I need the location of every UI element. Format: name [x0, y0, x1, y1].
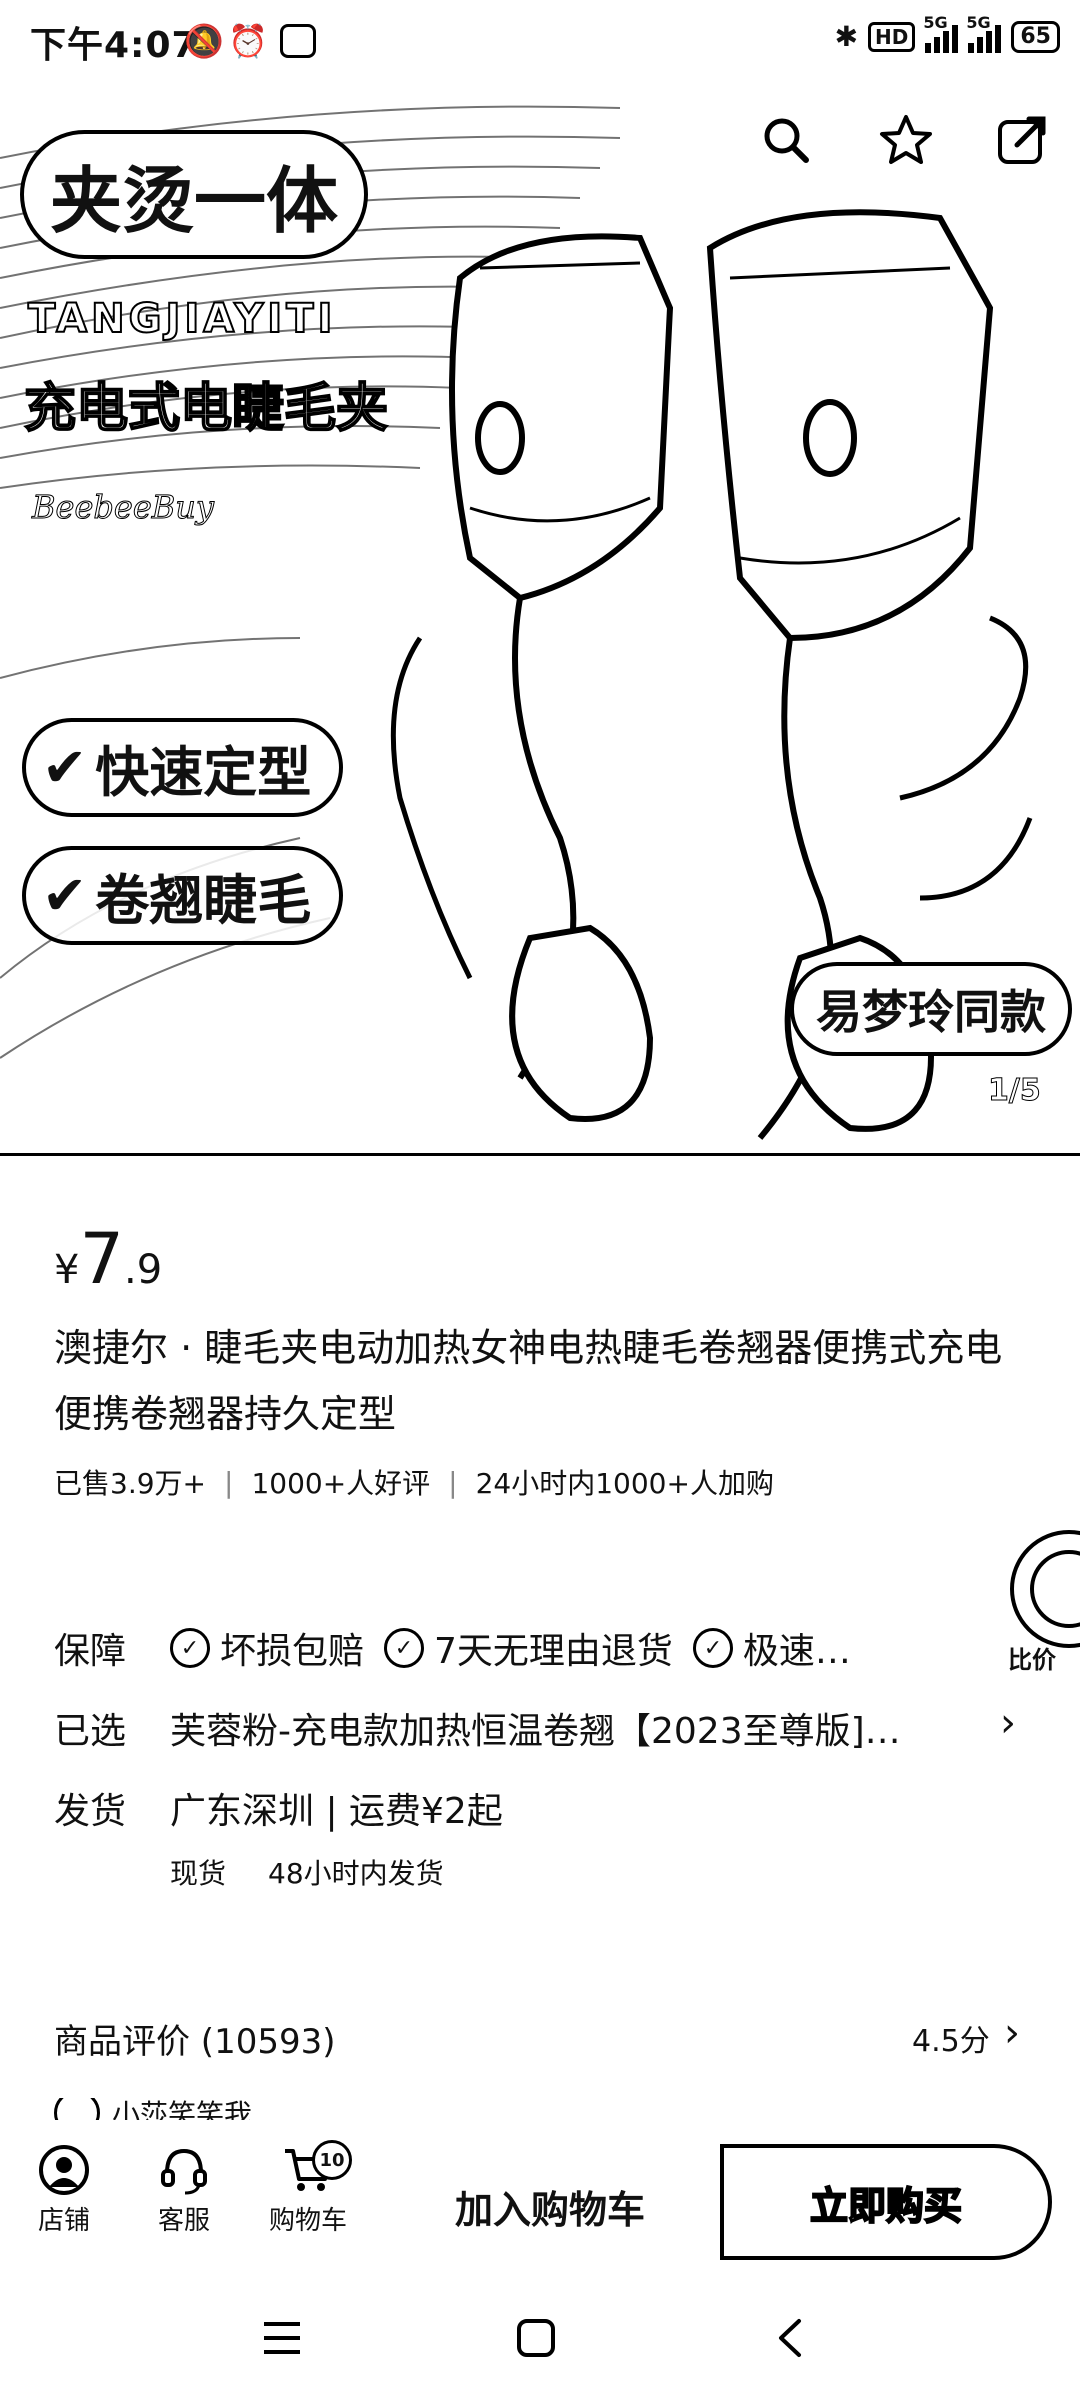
checkmark-icon: ✔: [42, 736, 88, 799]
shipping-details: 现货 48小时内发货: [170, 1852, 444, 1892]
search-icon: [764, 118, 809, 163]
hero-pinyin: TANGJIAYITI: [27, 295, 337, 343]
shop-button[interactable]: 店铺: [14, 2140, 114, 2237]
menu-icon: [264, 2322, 300, 2354]
chevron-right-icon[interactable]: ›: [1000, 1700, 1016, 1746]
reviews-title[interactable]: 商品评价 (10593): [54, 2014, 336, 2063]
network-label-1: 5G: [923, 12, 948, 32]
signal-icon-2: 5G: [966, 13, 1002, 53]
guarantee-label: 保障: [54, 1631, 127, 1672]
guarantee-list[interactable]: ✓ 坏损包赔 ✓ 7天无理由退货 ✓ 极速…: [170, 1622, 851, 1674]
network-label-2: 5G: [966, 12, 991, 32]
customer-service-button[interactable]: 客服: [134, 2140, 234, 2237]
chevron-right-icon[interactable]: ›: [1004, 2010, 1020, 2056]
add-to-cart-button[interactable]: 加入购物车: [420, 2156, 680, 2256]
favorite-button[interactable]: [874, 108, 938, 172]
hd-badge: HD: [868, 21, 916, 52]
battery-icon: 65: [1011, 20, 1060, 53]
hero-subtitle: 充电式电睫毛夹: [23, 378, 389, 440]
shipping-label: 发货: [54, 1791, 127, 1832]
status-time: 下午4:07: [30, 25, 198, 66]
share-button[interactable]: [990, 108, 1054, 172]
share-icon: [998, 116, 1046, 164]
cart-label: 购物车: [268, 2206, 347, 2236]
hero-tag-label: 卷翘睫毛: [95, 869, 312, 932]
home-button[interactable]: [496, 2308, 576, 2368]
positive-reviews: 1000+人好评: [251, 1467, 431, 1500]
price-compare-label: 比价: [1008, 1646, 1056, 1674]
divider: |: [448, 1465, 458, 1499]
mute-icon: 🔕: [184, 22, 224, 60]
sold-count: 已售3.9万+: [54, 1467, 206, 1500]
hero-tag-fast-setting: ✔ 快速定型: [22, 718, 344, 817]
bottom-action-bar: 店铺 客服 购物车 10 加入购物车 立即购买: [0, 2120, 1080, 2270]
image-counter: 1/5: [988, 1073, 1042, 1109]
back-button[interactable]: [750, 2308, 830, 2368]
back-arrow-icon: [779, 2319, 801, 2357]
shipping-info: 广东深圳 | 运费¥2起: [170, 1791, 503, 1832]
guarantee-item: ✓ 坏损包赔: [170, 1622, 364, 1674]
product-stats: 已售3.9万+ | 1000+人好评 | 24小时内1000+人加购: [54, 1462, 774, 1502]
reviews-score[interactable]: 4.5分: [912, 2016, 990, 2060]
selected-variant[interactable]: 芙蓉粉-充电款加热恒温卷翘【2023至尊版]…: [170, 1702, 930, 1754]
check-circle-icon: ✓: [384, 1628, 425, 1668]
headset-icon: [134, 2140, 234, 2200]
checkmark-icon: ✔: [42, 864, 88, 927]
cart-adds: 24小时内1000+人加购: [475, 1467, 774, 1500]
alarm-icon: ⏰: [228, 22, 268, 60]
buy-now-button[interactable]: 立即购买: [720, 2144, 1052, 2260]
hero-tag-label: 快速定型: [95, 741, 312, 804]
shop-icon: [14, 2140, 114, 2200]
check-circle-icon: ✓: [692, 1628, 733, 1668]
status-bar: 下午4:07 🔕 ⏰ ✱ HD 5G 5G 65: [0, 0, 1080, 80]
product-price: ¥7.9: [54, 1218, 162, 1300]
shop-label: 店铺: [37, 2206, 90, 2236]
notification-icon: [280, 24, 316, 58]
hero-brand-logo: BeebeeBuy: [32, 488, 215, 527]
guarantee-item: ✓ 极速…: [692, 1622, 851, 1674]
product-image-carousel[interactable]: 夹烫一体 TANGJIAYITI 充电式电睫毛夹 BeebeeBuy ✔ 快速定…: [0, 78, 1080, 1156]
price-integer: 7: [79, 1218, 124, 1300]
signal-icon-1: 5G: [923, 13, 959, 53]
cart-count-badge: 10: [312, 2140, 352, 2180]
service-label: 客服: [157, 2206, 210, 2236]
status-icons: ✱ HD 5G 5G 65: [834, 13, 1060, 53]
guarantee-item: ✓ 7天无理由退货: [384, 1622, 673, 1674]
home-square-icon: [517, 2319, 555, 2357]
hero-tag-curl-lashes: ✔ 卷翘睫毛: [22, 846, 344, 945]
price-currency: ¥: [54, 1247, 80, 1293]
check-circle-icon: ✓: [170, 1628, 210, 1668]
divider: |: [224, 1465, 234, 1499]
guarantee-item-label: 坏损包赔: [220, 1631, 365, 1672]
guarantee-item-label: 极速…: [742, 1631, 851, 1672]
recent-apps-button[interactable]: [242, 2308, 322, 2368]
product-title: 澳捷尔 · 睫毛夹电动加热女神电热睫毛卷翘器便携式充电便携卷翘器持久定型: [54, 1326, 1003, 1436]
hero-endorsement-badge: 易梦玲同款: [790, 962, 1072, 1056]
system-navigation-bar: [0, 2270, 1080, 2401]
price-decimal: .9: [124, 1247, 163, 1293]
selected-label: 已选: [54, 1711, 127, 1752]
guarantee-item-label: 7天无理由退货: [434, 1631, 673, 1672]
search-button[interactable]: [754, 108, 818, 172]
hero-title-badge: 夹烫一体: [20, 130, 369, 259]
bluetooth-icon: ✱: [834, 20, 859, 53]
dispatch-time: 48小时内发货: [268, 1857, 444, 1890]
star-icon: [880, 115, 932, 164]
stock-status: 现货: [170, 1857, 227, 1890]
